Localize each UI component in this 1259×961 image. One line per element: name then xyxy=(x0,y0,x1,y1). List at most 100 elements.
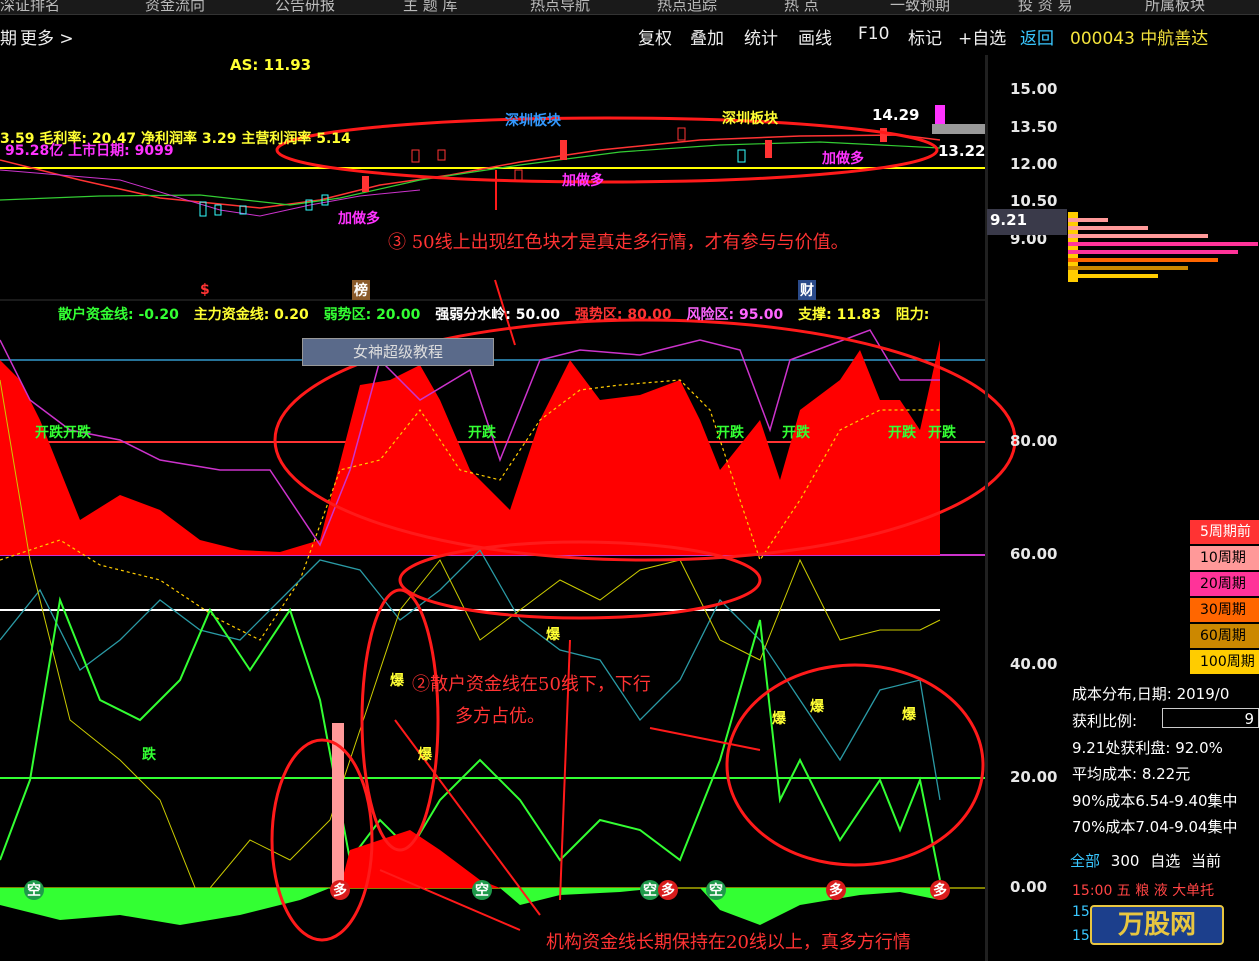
sector-tag[interactable]: 深圳板块 xyxy=(722,108,778,128)
legend-10: 10周期 xyxy=(1190,546,1259,570)
top-nav: 深证排名 资金流向 公告研报 主 题 库 热点导航 热点追踪 热 点 一致预期 … xyxy=(0,0,1259,15)
kai-label: 开跌 xyxy=(782,425,810,441)
kong-marker: 空 xyxy=(706,880,726,900)
tab-watchlist[interactable]: 自选 xyxy=(1150,852,1180,870)
stock-list-tabs: 全部 300 自选 当前 xyxy=(1070,850,1221,871)
info-line-2: 95.28亿 上市日期: 9099 xyxy=(5,143,174,159)
bao-label: 爆 xyxy=(772,711,786,727)
buy-tag: 加做多 xyxy=(822,151,864,167)
indicator-tick: 60.00 xyxy=(1010,545,1058,563)
retail-bars xyxy=(0,888,330,925)
more-button[interactable]: 更多 > xyxy=(20,24,74,49)
tutorial-banner[interactable]: 女神超级教程 xyxy=(302,338,494,366)
rank-marker[interactable]: 榜 xyxy=(352,280,370,300)
profit-ratio-bar: 9 xyxy=(1162,708,1259,728)
indicator-tick: 0.00 xyxy=(1010,878,1048,896)
yellow-thin-line xyxy=(0,379,941,901)
price-tick: 15.00 xyxy=(1010,80,1058,98)
duo-marker: 多 xyxy=(658,880,678,900)
cost-90: 90%成本6.54-9.40集中 xyxy=(1072,792,1238,810)
support-value: 支撑: 11.83 xyxy=(798,307,881,323)
cost-70: 70%成本7.04-9.04集中 xyxy=(1072,818,1238,836)
tab-all[interactable]: 全部 xyxy=(1070,852,1100,870)
weak-zone-value: 弱势区: 20.00 xyxy=(323,307,421,323)
site-watermark-logo: 万股网 xyxy=(1040,895,1240,955)
profit-ratio-label: 获利比例: xyxy=(1072,712,1138,730)
duo-marker: 多 xyxy=(930,880,950,900)
kai-label: 开跌 xyxy=(928,425,956,441)
cost-title: 成本分布,日期: 2019/0 xyxy=(1072,685,1230,703)
annotation-arrows xyxy=(379,170,761,931)
risk-zone-value: 风险区: 95.00 xyxy=(686,307,784,323)
sector-tag[interactable]: 深圳板块 xyxy=(505,110,561,130)
kong-marker: 空 xyxy=(640,880,660,900)
high-price-label: 14.29 xyxy=(872,106,920,124)
main-line-value: 主力资金线: 0.20 xyxy=(193,307,309,323)
nav-item[interactable]: 资金流向 xyxy=(145,0,205,14)
kai-label: 开跌 xyxy=(468,425,496,441)
stats-button[interactable]: 统计 xyxy=(744,24,778,49)
last-price-label: 13.22 xyxy=(938,142,986,160)
bao-label: 爆 xyxy=(390,673,404,689)
nav-item[interactable]: 一致预期 xyxy=(890,0,950,14)
indicator-tick: 40.00 xyxy=(1010,655,1058,673)
mark-button[interactable]: 标记 xyxy=(908,24,942,49)
avg-cost: 平均成本: 8.22元 xyxy=(1072,765,1191,783)
tab-current[interactable]: 当前 xyxy=(1191,852,1221,870)
duo-marker: 多 xyxy=(826,880,846,900)
bao-label: 爆 xyxy=(418,747,432,763)
nav-item[interactable]: 热点导航 xyxy=(530,0,590,14)
add-watchlist-button[interactable]: +自选 xyxy=(958,24,1006,49)
indicator-tick: 80.00 xyxy=(1010,432,1058,450)
annotation-1: 机构资金线长期保持在20线以上，真多方行情 xyxy=(546,932,911,953)
dollar-marker[interactable]: $ xyxy=(200,282,210,298)
chart-toolbar: 期 更多 > 复权 叠加 统计 画线 F10 标记 +自选 返回 000043 … xyxy=(0,20,1259,52)
indicator-tick: 20.00 xyxy=(1010,768,1058,786)
kong-marker: 空 xyxy=(24,880,44,900)
tab-300[interactable]: 300 xyxy=(1111,852,1140,870)
buy-tag: 加做多 xyxy=(562,173,604,189)
buy-tag: 加做多 xyxy=(338,211,380,227)
partial-tab[interactable]: 期 xyxy=(0,24,17,49)
kai-label: 开跌 xyxy=(888,425,916,441)
profit-at-price: 9.21处获利盘: 92.0% xyxy=(1072,739,1223,757)
watermark-text: 万股网 xyxy=(1090,905,1224,945)
nav-item[interactable]: 深证排名 xyxy=(0,0,60,14)
finance-marker[interactable]: 财 xyxy=(798,280,816,300)
kong-marker: 空 xyxy=(472,880,492,900)
price-tick: 10.50 xyxy=(1010,192,1058,210)
main-force-bars xyxy=(340,830,500,888)
resistance-value: 阻力: xyxy=(895,307,930,323)
cost-distribution-bars xyxy=(1068,212,1258,282)
watershed-value: 强弱分水岭: 50.00 xyxy=(435,307,560,323)
nav-item[interactable]: 主 题 库 xyxy=(403,0,458,14)
y-axis xyxy=(985,55,988,961)
restore-rights-button[interactable]: 复权 xyxy=(638,24,672,49)
strong-zone-value: 强势区: 80.00 xyxy=(574,307,672,323)
retail-line-value: 散户资金线: -0.20 xyxy=(58,307,179,323)
nav-item[interactable]: 热 点 xyxy=(784,0,819,14)
duo-marker: 多 xyxy=(330,880,350,900)
nav-item[interactable]: 公告研报 xyxy=(275,0,335,14)
bao-label: 爆 xyxy=(902,707,916,723)
bao-label: 爆 xyxy=(546,627,560,643)
price-tick: 13.50 xyxy=(1010,118,1058,136)
bao-label: 爆 xyxy=(810,699,824,715)
current-price-box: 9.21 xyxy=(987,209,1067,235)
annotation-3: ③ 50线上出现红色块才是真走多行情，才有参与与价值。 xyxy=(388,232,849,253)
overlay-button[interactable]: 叠加 xyxy=(690,24,724,49)
nav-item[interactable]: 热点追踪 xyxy=(657,0,717,14)
nav-item[interactable]: 投 资 易 xyxy=(1018,0,1073,14)
legend-5: 5周期前 xyxy=(1190,520,1259,544)
annotation-2-line1: ②散户资金线在50线下，下行 xyxy=(412,674,651,695)
annotation-2-line2: 多方占优。 xyxy=(455,706,545,727)
indicator-header: 散户资金线: -0.20 主力资金线: 0.20 弱势区: 20.00 强弱分水… xyxy=(58,304,929,324)
as-label: AS: 11.93 xyxy=(230,56,312,74)
strong-zone-area xyxy=(0,340,940,555)
f10-button[interactable]: F10 xyxy=(858,24,889,44)
stock-code: 000043 中航善达 xyxy=(1070,29,1209,49)
draw-button[interactable]: 画线 xyxy=(798,24,832,49)
legend-60: 60周期 xyxy=(1190,624,1259,648)
return-button[interactable]: 返回 xyxy=(1020,24,1054,49)
nav-item[interactable]: 所属板块 xyxy=(1145,0,1205,14)
